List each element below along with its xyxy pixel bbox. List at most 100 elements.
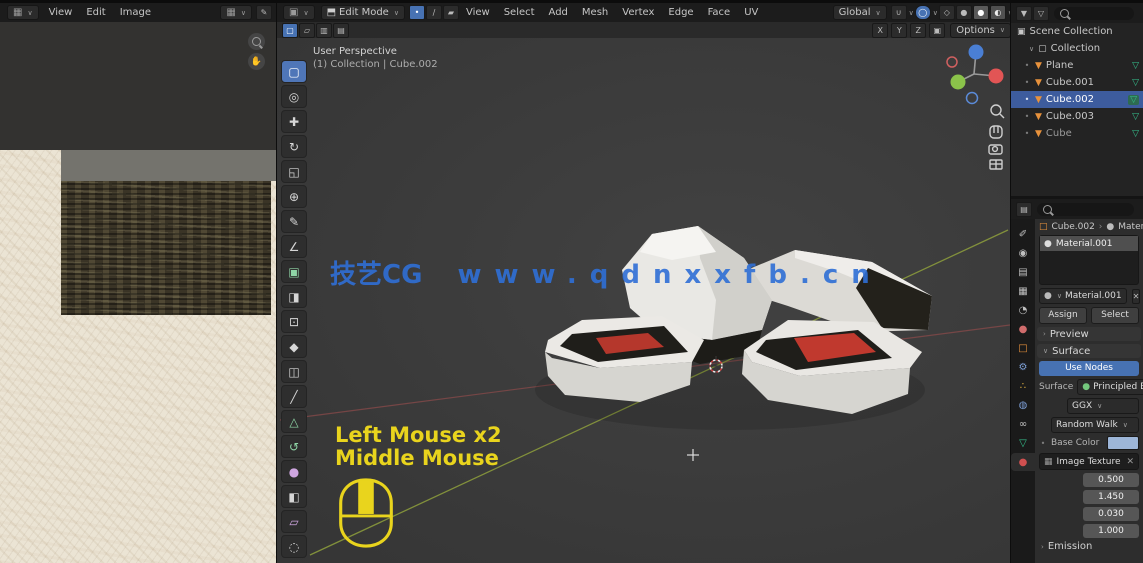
outliner-search-input[interactable] bbox=[1054, 6, 1134, 20]
select-dot-icon[interactable]: • bbox=[1023, 129, 1031, 138]
shading-solid-button[interactable]: ● bbox=[955, 5, 972, 20]
subsurface-method-dropdown[interactable]: Random Walk ∨ bbox=[1051, 417, 1139, 433]
menu-add[interactable]: Add bbox=[542, 7, 575, 18]
edge-select-button[interactable]: ∕ bbox=[425, 5, 442, 20]
expand-arrow-icon[interactable]: ∨ bbox=[1029, 45, 1034, 53]
shading-wireframe-button[interactable]: ◇ bbox=[938, 5, 955, 20]
tab-view-layer[interactable]: ▦ bbox=[1011, 282, 1035, 300]
menu-view[interactable]: View bbox=[459, 7, 497, 18]
zoom-button[interactable] bbox=[248, 33, 265, 50]
tab-object[interactable]: □ bbox=[1011, 339, 1035, 357]
menu-edit[interactable]: Edit bbox=[79, 7, 112, 18]
snap-magnet-button[interactable]: ∪ bbox=[890, 5, 907, 20]
shading-rendered-button[interactable]: ◐ bbox=[989, 5, 1006, 20]
bevel-tool[interactable]: ◆ bbox=[281, 335, 307, 358]
color-swatch[interactable] bbox=[1107, 436, 1139, 450]
material-slot-list[interactable]: ● Material.001 bbox=[1039, 235, 1139, 285]
select-mode-extend-button[interactable]: ▥ bbox=[316, 22, 332, 38]
smooth-tool[interactable]: ● bbox=[281, 460, 307, 483]
vertex-select-button[interactable]: • bbox=[408, 5, 425, 20]
editor-type-button[interactable]: ▦ ∨ bbox=[7, 5, 39, 20]
roughness-field[interactable]: 0.030 bbox=[1083, 507, 1139, 521]
scale-tool[interactable]: ◱ bbox=[281, 160, 307, 183]
camera-view-icon[interactable] bbox=[988, 144, 1003, 155]
outliner-row-object[interactable]: • ▼ Cube.003 ▽ bbox=[1011, 108, 1143, 125]
shader-dropdown[interactable]: ● Principled BSDF bbox=[1077, 379, 1143, 395]
ior-field[interactable]: 1.450 bbox=[1083, 490, 1139, 504]
face-select-button[interactable]: ▰ bbox=[442, 5, 459, 20]
editor-type-button[interactable]: ▣ ∨ bbox=[283, 5, 315, 20]
menu-edge[interactable]: Edge bbox=[661, 7, 700, 18]
tab-render[interactable]: ◉ bbox=[1011, 244, 1035, 262]
surface-section-header[interactable]: ∨ Surface bbox=[1037, 344, 1141, 358]
outliner-row-object[interactable]: • ▼ Cube ▽ bbox=[1011, 125, 1143, 142]
outliner-row-object[interactable]: • ▼ Cube.001 ▽ bbox=[1011, 74, 1143, 91]
filter-button[interactable]: ▽ bbox=[1033, 5, 1049, 21]
select-dot-icon[interactable]: • bbox=[1023, 95, 1031, 104]
new-image-button[interactable]: ✎ bbox=[256, 5, 272, 20]
menu-view[interactable]: View bbox=[42, 7, 80, 18]
proportional-edit-button[interactable]: ◯ bbox=[914, 5, 931, 20]
axis-x-ball[interactable] bbox=[988, 68, 1004, 84]
close-icon[interactable]: ✕ bbox=[1126, 457, 1134, 467]
tab-output[interactable]: ▤ bbox=[1011, 263, 1035, 281]
add-cube-tool[interactable]: ▣ bbox=[281, 260, 307, 283]
measure-tool[interactable]: ∠ bbox=[281, 235, 307, 258]
material-datablock[interactable]: ● ∨ Material.001 bbox=[1039, 288, 1127, 304]
inset-faces-tool[interactable]: ⊡ bbox=[281, 310, 307, 333]
outliner-row-object-selected[interactable]: • ▼ Cube.002 ▽ bbox=[1011, 91, 1143, 108]
perspective-toggle-icon[interactable] bbox=[989, 159, 1003, 170]
outliner-row-scene-collection[interactable]: ▣ Scene Collection bbox=[1011, 23, 1143, 40]
axis-neg-x-ball[interactable] bbox=[946, 56, 958, 68]
outliner-row-object[interactable]: • ▼ Plane ▽ bbox=[1011, 57, 1143, 74]
transform-tool[interactable]: ⊕ bbox=[281, 185, 307, 208]
breadcrumb-object[interactable]: Cube.002 bbox=[1052, 222, 1095, 232]
orientation-dropdown[interactable]: Global ∨ bbox=[832, 5, 887, 20]
pan-view-icon[interactable] bbox=[989, 125, 1003, 139]
move-tool[interactable]: ✚ bbox=[281, 110, 307, 133]
snap-settings-button[interactable]: ▣ bbox=[929, 22, 946, 38]
mirror-y-button[interactable]: Y bbox=[891, 22, 908, 38]
poly-build-tool[interactable]: △ bbox=[281, 410, 307, 433]
mode-dropdown[interactable]: ⬒ Edit Mode ∨ bbox=[320, 5, 405, 20]
outliner-display-mode-button[interactable]: ▼ bbox=[1016, 5, 1032, 21]
metallic-field[interactable]: 0.500 bbox=[1083, 473, 1139, 487]
emission-section-header[interactable]: › Emission bbox=[1039, 541, 1139, 552]
material-name-field[interactable]: Material.001 bbox=[1065, 291, 1122, 301]
extrude-region-tool[interactable]: ◨ bbox=[281, 285, 307, 308]
pan-button[interactable]: ✋ bbox=[248, 53, 265, 70]
menu-uv[interactable]: UV bbox=[737, 7, 765, 18]
select-button[interactable]: Select bbox=[1091, 307, 1139, 324]
axis-z-ball[interactable] bbox=[968, 44, 984, 60]
properties-editor-icon[interactable]: ▤ bbox=[1016, 201, 1032, 217]
options-dropdown[interactable]: Options ∨ bbox=[950, 22, 1011, 38]
alpha-field[interactable]: 1.000 bbox=[1083, 524, 1139, 538]
edge-slide-tool[interactable]: ◧ bbox=[281, 485, 307, 508]
image-texture-row[interactable]: ▦ Image Texture ✕ bbox=[1039, 453, 1139, 470]
loop-cut-tool[interactable]: ◫ bbox=[281, 360, 307, 383]
use-nodes-button[interactable]: Use Nodes bbox=[1039, 361, 1139, 376]
image-browse-button[interactable]: ▦ ∨ bbox=[220, 5, 252, 20]
preview-section-header[interactable]: › Preview bbox=[1037, 327, 1141, 341]
tab-world[interactable]: ● bbox=[1011, 320, 1035, 338]
rip-region-tool[interactable]: ◌ bbox=[281, 535, 307, 558]
rotate-tool[interactable]: ↻ bbox=[281, 135, 307, 158]
menu-mesh[interactable]: Mesh bbox=[575, 7, 615, 18]
tab-particles[interactable]: ∴ bbox=[1011, 377, 1035, 395]
select-mode-new-button[interactable]: ▱ bbox=[299, 22, 315, 38]
distribution-dropdown[interactable]: GGX ∨ bbox=[1067, 398, 1139, 414]
tab-material[interactable]: ● bbox=[1011, 453, 1035, 471]
assign-button[interactable]: Assign bbox=[1039, 307, 1087, 324]
tab-tool[interactable]: ✐ bbox=[1011, 225, 1035, 243]
menu-image[interactable]: Image bbox=[113, 7, 158, 18]
select-dot-icon[interactable]: • bbox=[1023, 112, 1031, 121]
properties-search-input[interactable] bbox=[1037, 202, 1134, 216]
tab-physics[interactable]: ◍ bbox=[1011, 396, 1035, 414]
outliner-row-collection[interactable]: ∨ ▢ Collection bbox=[1011, 40, 1143, 57]
shear-tool[interactable]: ▱ bbox=[281, 510, 307, 533]
knife-tool[interactable]: ╱ bbox=[281, 385, 307, 408]
menu-face[interactable]: Face bbox=[701, 7, 738, 18]
unlink-button[interactable]: ✕ bbox=[1131, 288, 1141, 304]
cursor-tool[interactable]: ◎ bbox=[281, 85, 307, 108]
mirror-z-button[interactable]: Z bbox=[910, 22, 927, 38]
